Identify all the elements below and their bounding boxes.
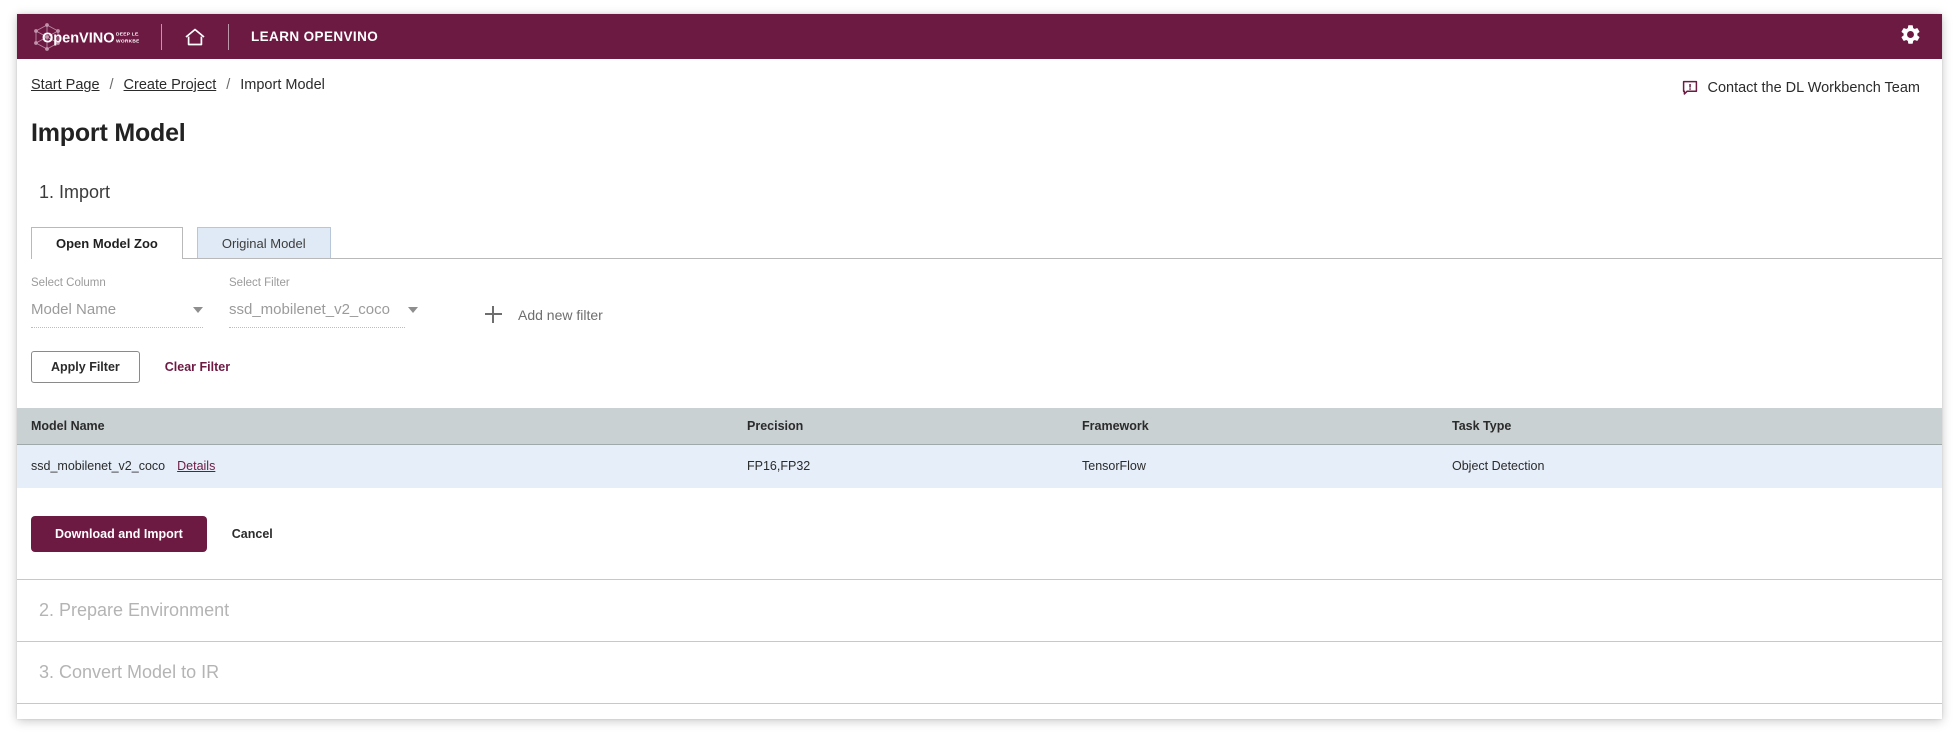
step-1-heading: 1. Import (39, 182, 111, 202)
column-header-model-name[interactable]: Model Name (17, 408, 747, 445)
breadcrumb-item-start-page[interactable]: Start Page (31, 77, 100, 93)
tab-open-model-zoo-label: Open Model Zoo (56, 236, 158, 251)
select-filter-group: Select Filter ssd_mobilenet_v2_coco (229, 277, 418, 328)
svg-text:WORKBENCH: WORKBENCH (116, 38, 139, 44)
select-column-label: Select Column (31, 277, 106, 289)
application-window: OpenVINO ™ DEEP LEARNING WORKBENCH LEARN… (17, 14, 1942, 719)
table-header-row: Model Name Precision Framework Task Type (17, 408, 1942, 445)
breadcrumb-separator: / (109, 77, 114, 93)
bottom-divider (17, 703, 1942, 704)
gear-icon (1901, 24, 1920, 44)
select-column-value: Model Name (31, 301, 117, 318)
cell-framework: TensorFlow (1082, 444, 1452, 489)
breadcrumb-separator: / (226, 77, 231, 93)
tab-open-model-zoo[interactable]: Open Model Zoo (31, 227, 183, 260)
svg-text:™: ™ (111, 37, 114, 41)
plus-icon (485, 306, 502, 323)
cancel-button[interactable]: Cancel (232, 527, 273, 541)
breadcrumb-item-import-model: Import Model (240, 77, 325, 93)
select-column-dropdown[interactable]: Model Name (31, 301, 203, 328)
breadcrumb-item-create-project[interactable]: Create Project (124, 77, 217, 93)
add-new-filter-button[interactable]: Add new filter (485, 306, 603, 323)
contact-dl-workbench-team-link[interactable]: Contact the DL Workbench Team (1682, 80, 1920, 96)
chevron-down-icon (193, 306, 203, 313)
table-body: ssd_mobilenet_v2_coco Details FP16,FP32 T… (17, 444, 1942, 489)
top-navigation-bar: OpenVINO ™ DEEP LEARNING WORKBENCH LEARN… (17, 14, 1942, 59)
download-and-import-button[interactable]: Download and Import (31, 516, 207, 552)
svg-text:OpenVINO: OpenVINO (42, 30, 115, 46)
topbar-divider-2 (228, 23, 229, 50)
table-header: Model Name Precision Framework Task Type (17, 408, 1942, 445)
feedback-bubble-icon (1683, 80, 1698, 95)
contact-label: Contact the DL Workbench Team (1707, 80, 1920, 96)
page-title: Import Model (31, 119, 186, 147)
column-header-precision[interactable]: Precision (747, 408, 1082, 445)
step-3-convert-model-to-ir: 3. Convert Model to IR (17, 641, 1942, 703)
filter-action-buttons: Apply Filter Clear Filter (31, 351, 1942, 383)
model-details-link[interactable]: Details (177, 459, 215, 473)
select-filter-dropdown[interactable]: ssd_mobilenet_v2_coco (229, 301, 418, 328)
settings-button[interactable] (1899, 23, 1922, 51)
step-2-prepare-environment: 2. Prepare Environment (17, 579, 1942, 641)
column-header-task-type[interactable]: Task Type (1452, 408, 1942, 445)
openvino-workbench-logo[interactable]: OpenVINO ™ DEEP LEARNING WORKBENCH (17, 14, 139, 59)
topbar-divider-1 (161, 23, 162, 50)
filter-controls-row: Select Column Model Name Select Filter s… (31, 277, 1942, 328)
column-header-framework[interactable]: Framework (1082, 408, 1452, 445)
breadcrumb: Start Page / Create Project / Import Mod… (17, 59, 1942, 93)
tab-original-model[interactable]: Original Model (196, 227, 331, 259)
home-icon (185, 28, 205, 45)
model-zoo-table: Model Name Precision Framework Task Type… (17, 408, 1942, 489)
learn-openvino-link[interactable]: LEARN OPENVINO (251, 29, 378, 44)
model-source-tabs: Open Model Zoo Original Model (31, 227, 1942, 260)
select-column-group: Select Column Model Name (31, 277, 203, 328)
home-button[interactable] (184, 27, 206, 47)
tab-original-model-label: Original Model (221, 236, 306, 251)
cell-task-type: Object Detection (1452, 444, 1942, 489)
apply-filter-button[interactable]: Apply Filter (31, 351, 140, 383)
svg-text:DEEP LEARNING: DEEP LEARNING (116, 31, 139, 37)
model-name-text: ssd_mobilenet_v2_coco (31, 459, 166, 473)
chevron-down-icon (407, 306, 418, 313)
select-filter-value: ssd_mobilenet_v2_coco (229, 301, 390, 318)
cell-model-name: ssd_mobilenet_v2_coco Details (17, 444, 747, 489)
filter-panel: Select Column Model Name Select Filter s… (17, 259, 1942, 383)
cell-precision: FP16,FP32 (747, 444, 1082, 489)
openvino-logo-icon: OpenVINO ™ DEEP LEARNING WORKBENCH (34, 22, 139, 51)
form-actions: Download and Import Cancel (17, 489, 1942, 552)
add-new-filter-label: Add new filter (518, 306, 603, 323)
table-row[interactable]: ssd_mobilenet_v2_coco Details FP16,FP32 T… (17, 444, 1942, 489)
select-filter-label: Select Filter (229, 277, 290, 289)
clear-filter-button[interactable]: Clear Filter (165, 360, 230, 374)
